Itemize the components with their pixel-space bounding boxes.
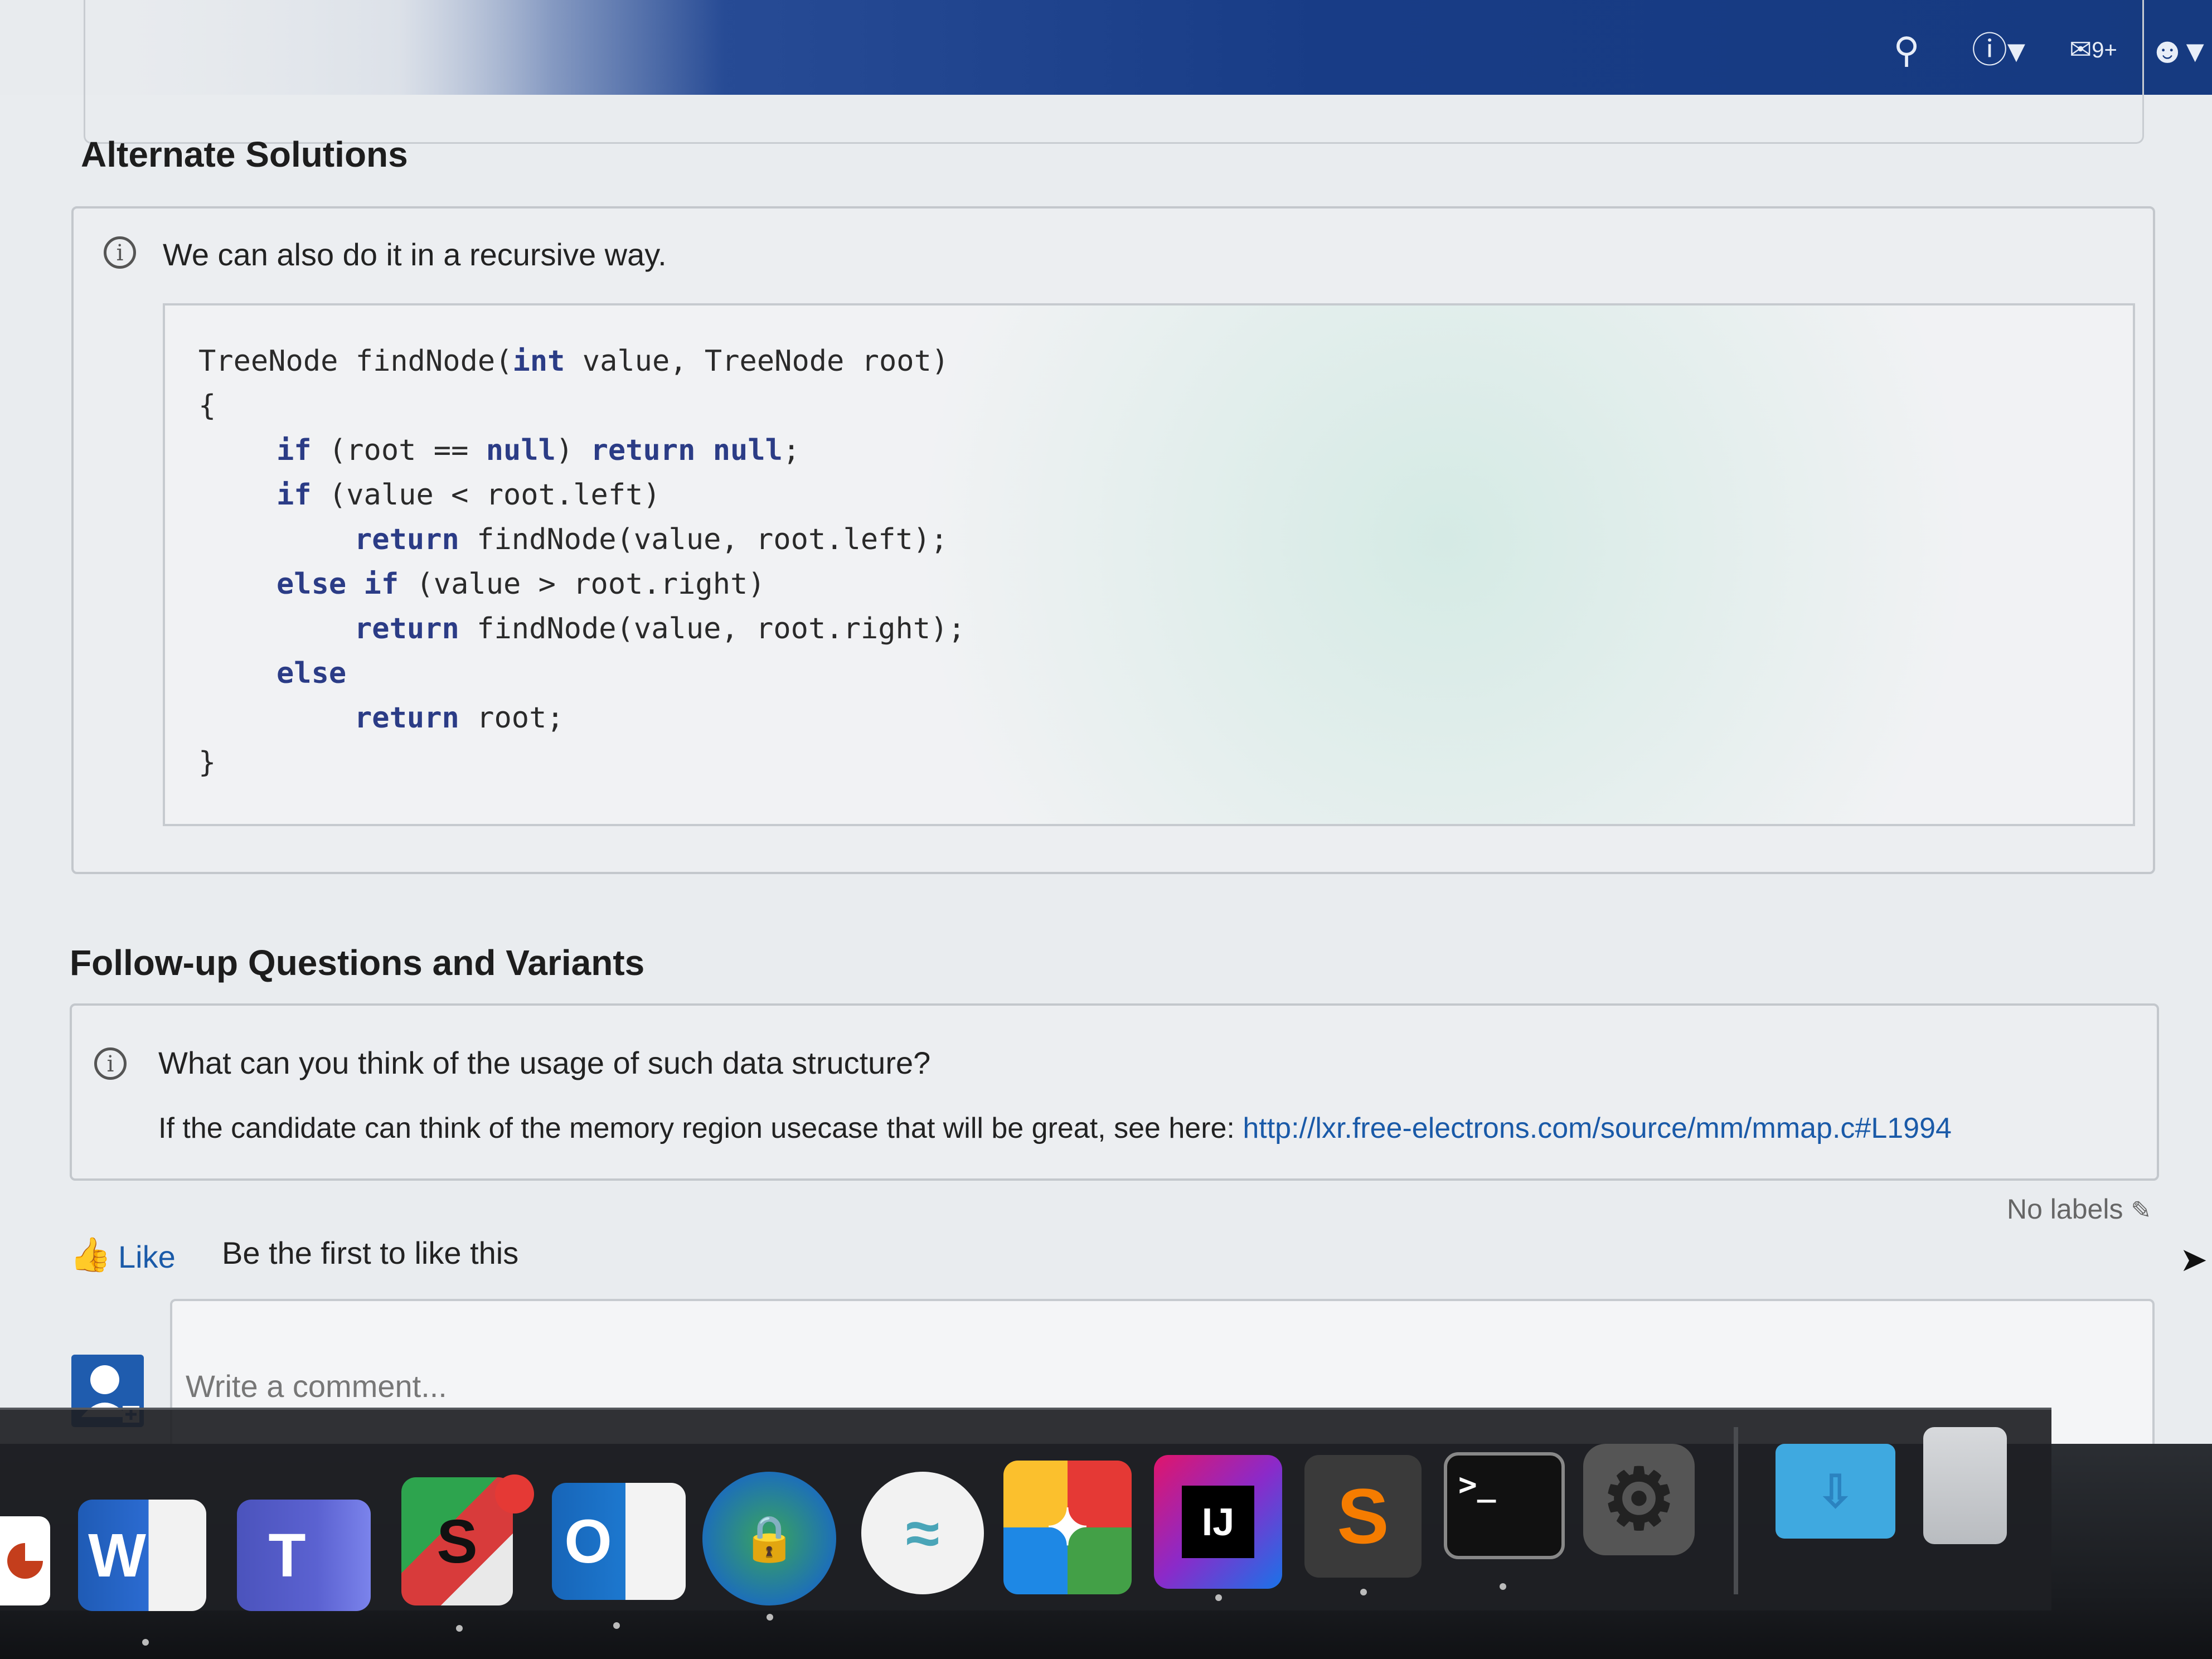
code-line-3: if (root == null) return null; — [276, 434, 800, 467]
downloads-folder-icon[interactable]: ⇩ — [1776, 1444, 1895, 1539]
running-indicator — [1500, 1583, 1506, 1590]
system-preferences-icon[interactable]: ⚙ — [1583, 1444, 1695, 1555]
edit-labels-icon[interactable]: ✎ — [2131, 1197, 2151, 1224]
running-indicator — [613, 1622, 620, 1629]
terminal-icon[interactable]: >_ — [1444, 1452, 1565, 1559]
pie-glyph — [7, 1543, 43, 1579]
code-line-6: else if (value > root.right) — [276, 567, 765, 601]
teams-letter: T — [268, 1521, 306, 1590]
outlook-icon[interactable]: O — [552, 1483, 686, 1600]
code-text: if (root == null) return null; — [276, 434, 801, 467]
intellij-inner: IJ — [1182, 1486, 1254, 1558]
skype-letter: S — [436, 1507, 478, 1576]
notification-badge — [495, 1474, 534, 1514]
trash-icon[interactable] — [1923, 1427, 2007, 1544]
code-line-8: else — [276, 657, 346, 690]
info-icon: i — [94, 1047, 127, 1080]
code-text: return findNode(value, root.left); — [355, 523, 948, 556]
labels-area[interactable]: No labels ✎ — [2007, 1193, 2151, 1225]
code-line-10: } — [198, 746, 216, 779]
like-button[interactable]: Like — [118, 1239, 176, 1275]
code-line-7: return findNode(value, root.right); — [355, 612, 966, 646]
grid-glyph: ✦ — [1046, 1500, 1089, 1556]
lock-icon: 🔒 — [741, 1514, 797, 1563]
code-text: } — [198, 746, 216, 779]
teams-icon[interactable]: T — [237, 1500, 371, 1611]
alternate-info-panel: i We can also do it in a recursive way. … — [71, 206, 2155, 874]
info-icon: i — [104, 236, 136, 269]
running-indicator — [1360, 1589, 1367, 1595]
code-text: TreeNode findNode(int value, TreeNode ro… — [198, 345, 949, 378]
page-header-box — [84, 0, 2144, 144]
followup-question: What can you think of the usage of such … — [158, 1045, 931, 1080]
thumbs-up-icon[interactable]: 👍 — [70, 1235, 111, 1274]
wifi-app-icon[interactable]: ≈ — [861, 1472, 984, 1594]
wifi-icon: ≈ — [905, 1498, 940, 1568]
followup-answer-text: If the candidate can think of the memory… — [158, 1112, 1243, 1144]
running-indicator — [767, 1614, 773, 1621]
terminal-prompt: >_ — [1458, 1467, 1496, 1503]
mmap-source-link[interactable]: http://lxr.free-electrons.com/source/mm/… — [1243, 1112, 1952, 1144]
download-arrow-icon: ⇩ — [1816, 1466, 1855, 1516]
dock-divider — [1734, 1427, 1738, 1594]
code-line-2: { — [198, 389, 216, 423]
user-menu-icon[interactable]: ☻▾ — [2141, 28, 2212, 72]
launchpad-icon[interactable]: ✦ — [1003, 1461, 1132, 1594]
alternate-solutions-heading: Alternate Solutions — [81, 134, 408, 174]
like-status: Be the first to like this — [222, 1235, 519, 1270]
powerpoint-icon[interactable] — [0, 1516, 50, 1605]
sublime-icon[interactable]: S — [1304, 1455, 1422, 1578]
followup-info-panel: i What can you think of the usage of suc… — [70, 1003, 2159, 1181]
followup-answer: If the candidate can think of the memory… — [158, 1112, 1952, 1145]
word-letter: W — [88, 1521, 146, 1590]
globalprotect-icon[interactable]: 🔒 — [702, 1472, 836, 1605]
intellij-letters: IJ — [1201, 1500, 1235, 1544]
running-indicator — [1215, 1594, 1222, 1601]
code-block: TreeNode findNode(int value, TreeNode ro… — [163, 303, 2135, 826]
word-icon[interactable]: W — [78, 1500, 206, 1611]
running-indicator — [456, 1625, 463, 1632]
no-labels-text: No labels — [2007, 1194, 2123, 1225]
code-text: else — [276, 657, 347, 690]
code-line-1: TreeNode findNode(int value, TreeNode ro… — [198, 345, 949, 378]
running-indicator — [142, 1639, 149, 1646]
sublime-glyph: S — [1337, 1472, 1389, 1560]
code-text: if (value < root.left) — [276, 478, 661, 512]
intellij-icon[interactable]: IJ — [1154, 1455, 1282, 1589]
code-text: return root; — [355, 701, 564, 735]
code-line-4: if (value < root.left) — [276, 478, 661, 512]
gear-icon: ⚙ — [1601, 1452, 1677, 1546]
code-text: else if (value > root.right) — [276, 567, 765, 601]
code-text: { — [198, 389, 216, 423]
mouse-cursor: ➤ — [2180, 1241, 2208, 1278]
code-line-9: return root; — [355, 701, 564, 735]
outlook-letter: O — [564, 1507, 612, 1576]
code-text: return findNode(value, root.right); — [355, 612, 966, 646]
code-line-5: return findNode(value, root.left); — [355, 523, 948, 556]
alternate-info-text: We can also do it in a recursive way. — [163, 237, 667, 272]
followup-heading: Follow-up Questions and Variants — [70, 943, 645, 983]
